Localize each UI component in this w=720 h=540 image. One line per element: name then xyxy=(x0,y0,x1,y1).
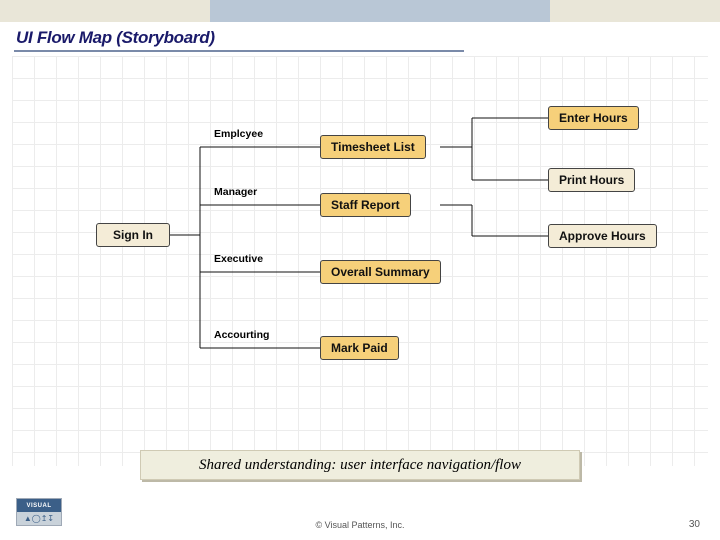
node-timesheet-list: Timesheet List xyxy=(320,135,426,159)
node-mark-paid: Mark Paid xyxy=(320,336,399,360)
node-enter-hours: Enter Hours xyxy=(548,106,639,130)
node-approve-hours: Approve Hours xyxy=(548,224,657,248)
node-staff-report: Staff Report xyxy=(320,193,411,217)
edge-label-executive: Executive xyxy=(214,253,263,265)
edge-label-accounting: Accourting xyxy=(214,329,269,341)
flow-diagram: Emplcyee Manager Executive Accourting Si… xyxy=(0,0,720,540)
edge-label-manager: Manager xyxy=(214,186,257,198)
node-overall-summary: Overall Summary xyxy=(320,260,441,284)
edge-label-employee: Emplcyee xyxy=(214,128,263,140)
node-sign-in: Sign In xyxy=(96,223,170,247)
node-print-hours: Print Hours xyxy=(548,168,635,192)
